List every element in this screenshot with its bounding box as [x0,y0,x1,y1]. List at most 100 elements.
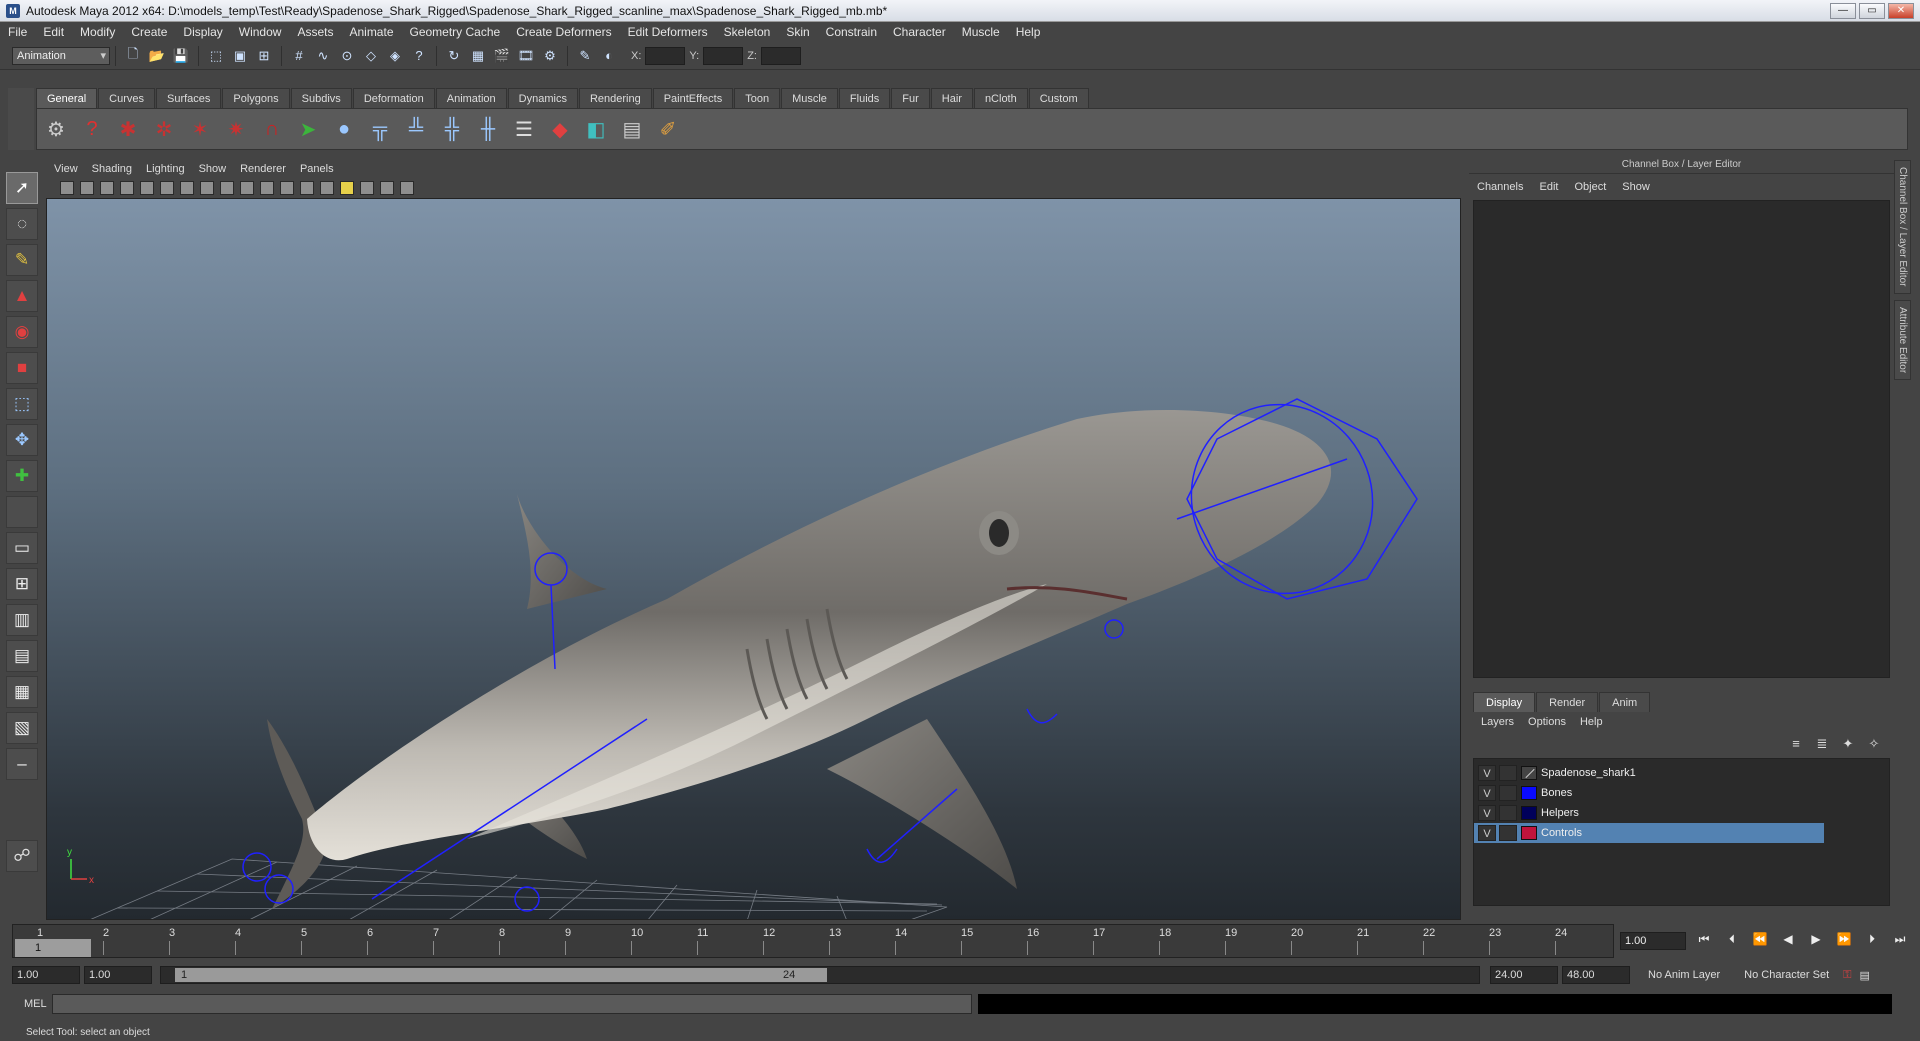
render-layout-icon[interactable]: ▧ [6,712,38,744]
cb-menu-object[interactable]: Object [1574,181,1606,193]
lasso-tool-icon[interactable]: ◌ [6,208,38,240]
paint-weights-icon[interactable]: ◆ [545,114,575,144]
panel-menu-view[interactable]: View [54,163,78,175]
x-field[interactable] [645,46,686,65]
select-component-icon[interactable]: ⊞ [254,46,274,66]
blend-shape-icon[interactable]: ◧ [581,114,611,144]
play-backward-icon[interactable]: ◀ [1778,932,1798,950]
render-frame-icon[interactable]: 🎬 [492,46,512,66]
shelf-tab-subdivs[interactable]: Subdivs [290,88,352,108]
ik-handle-icon[interactable]: ╩ [401,114,431,144]
layer-row-helpers[interactable]: V Helpers [1474,803,1824,823]
key-all-icon[interactable]: ✱ [113,114,143,144]
key-scale-icon[interactable]: ✷ [221,114,251,144]
lattice-icon[interactable]: ▤ [617,114,647,144]
animation-start-field[interactable]: 1.00 [12,966,80,984]
menu-create-deformers[interactable]: Create Deformers [516,25,611,39]
command-input[interactable] [52,994,972,1014]
anim-layer-dropdown[interactable]: No Anim Layer [1648,969,1720,981]
select-tool-icon[interactable]: ➚ [6,172,38,204]
scale-tool-icon[interactable]: ■ [6,352,38,384]
menu-edit[interactable]: Edit [43,25,64,39]
animation-end-field[interactable]: 48.00 [1562,966,1630,984]
key-rotate-icon[interactable]: ✶ [185,114,215,144]
smooth-shade-icon[interactable] [280,181,294,195]
layer-type-toggle[interactable] [1499,765,1517,781]
layer-row-bones[interactable]: V Bones [1474,783,1824,803]
step-forward-key-icon[interactable]: ⏩ [1834,932,1854,950]
textured-icon[interactable] [320,181,334,195]
image-plane-icon[interactable] [120,181,134,195]
maximize-button[interactable]: ▭ [1859,3,1885,19]
shelf-tab-animation[interactable]: Animation [435,88,507,108]
range-slider-handle[interactable] [175,968,827,982]
shelf-tab-muscle[interactable]: Muscle [781,88,838,108]
menu-modify[interactable]: Modify [80,25,115,39]
playback-start-field[interactable]: 1.00 [84,966,152,984]
detach-skin-icon[interactable]: ╫ [473,114,503,144]
menu-set-dropdown[interactable]: Animation [12,46,110,65]
panel-menu-lighting[interactable]: Lighting [146,163,185,175]
side-tab-attribute-editor[interactable]: Attribute Editor [1894,299,1911,380]
outliner-icon[interactable]: ☰ [509,114,539,144]
camera-select-icon[interactable] [60,181,74,195]
tab-render[interactable]: Render [1536,692,1599,712]
render-settings-icon[interactable]: ⚙ [540,46,560,66]
menu-help[interactable]: Help [1016,25,1041,39]
shelf-tab-curves[interactable]: Curves [98,88,155,108]
menu-character[interactable]: Character [893,25,946,39]
help-icon[interactable]: ? [409,46,429,66]
command-language-label[interactable]: MEL [12,998,52,1010]
move-tool-icon[interactable]: ▲ [6,280,38,312]
shelf-tab-rendering[interactable]: Rendering [578,88,652,108]
new-scene-icon[interactable]: 🗋 [123,46,143,66]
make-live-icon[interactable]: ◈ [385,46,405,66]
le-menu-layers[interactable]: Layers [1481,716,1514,728]
brush-icon[interactable]: ✐ [653,114,683,144]
layer-color-swatch[interactable] [1521,766,1537,780]
go-to-end-icon[interactable]: ⏭ [1890,932,1910,950]
shelf-tab-dynamics[interactable]: Dynamics [507,88,578,108]
safe-action-icon[interactable] [240,181,254,195]
shelf-tab-toon[interactable]: Toon [734,88,781,108]
single-pane-layout-icon[interactable]: ▭ [6,532,38,564]
layouts-menu-icon[interactable]: – [6,748,38,780]
menu-muscle[interactable]: Muscle [962,25,1000,39]
shelf-tab-polygons[interactable]: Polygons [222,88,290,108]
layer-visibility-toggle[interactable]: V [1478,825,1496,841]
bookmark-icon[interactable] [100,181,114,195]
rotate-tool-icon[interactable]: ◉ [6,316,38,348]
menu-edit-deformers[interactable]: Edit Deformers [628,25,708,39]
tab-anim[interactable]: Anim [1599,692,1651,712]
panel-menu-renderer[interactable]: Renderer [240,163,286,175]
graph-editor-layout-icon[interactable]: ▤ [6,640,38,672]
select-object-icon[interactable]: ▣ [230,46,250,66]
joint-tool-icon[interactable]: ╦ [365,114,395,144]
menu-window[interactable]: Window [239,25,282,39]
side-tab-channel-box[interactable]: Channel Box / Layer Editor [1894,160,1911,294]
camera-attributes-icon[interactable] [80,181,94,195]
minimize-button[interactable]: — [1830,3,1856,19]
tab-display[interactable]: Display [1473,692,1536,712]
last-tool-icon[interactable]: ✚ [6,460,38,492]
layer-color-swatch[interactable] [1521,786,1537,800]
snap-plane-icon[interactable]: ◇ [361,46,381,66]
layer-type-toggle[interactable] [1499,805,1517,821]
menu-constrain[interactable]: Constrain [826,25,877,39]
soft-mod-tool-icon[interactable]: ✥ [6,424,38,456]
film-gate-icon[interactable] [160,181,174,195]
z-field[interactable] [760,46,801,65]
step-forward-frame-icon[interactable]: ⏵ [1862,932,1882,950]
snap-grid-icon[interactable]: # [289,46,309,66]
cb-menu-edit[interactable]: Edit [1539,181,1558,193]
wireframe-icon[interactable] [260,181,274,195]
move-layer-down-icon[interactable]: ≣ [1812,736,1832,754]
range-slider[interactable]: 1 24 [160,966,1480,984]
preferences-icon[interactable]: ▤ [1860,969,1870,982]
new-layer-selected-icon[interactable]: ✧ [1864,736,1884,754]
shelf-options[interactable] [8,88,34,150]
snap-point-icon[interactable]: ⊙ [337,46,357,66]
paint-select-tool-icon[interactable]: ✎ [6,244,38,276]
current-frame-marker[interactable]: 1 [15,939,91,957]
new-layer-icon[interactable]: ✦ [1838,736,1858,754]
